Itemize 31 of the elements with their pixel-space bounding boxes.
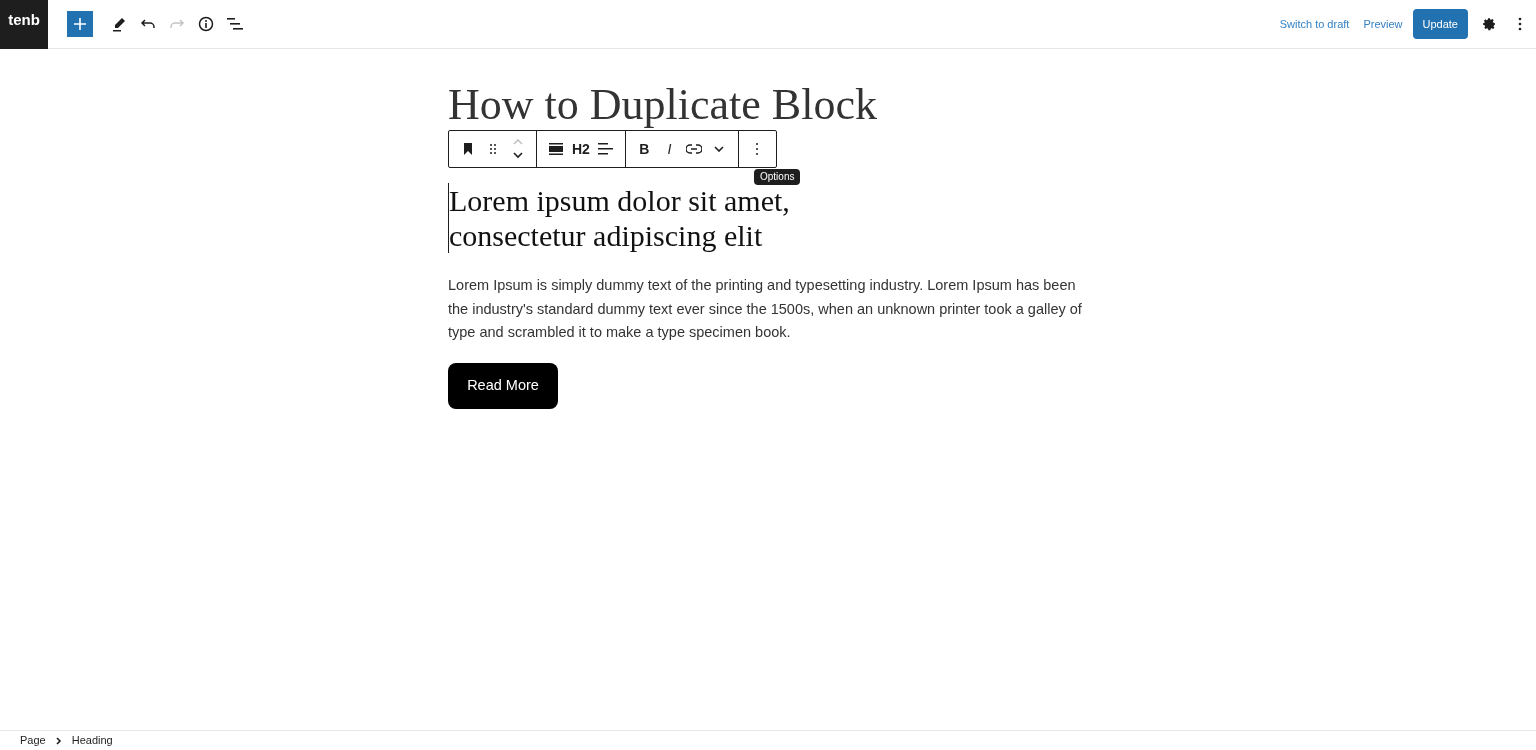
chevron-right-icon xyxy=(55,736,62,745)
drag-handle-icon[interactable] xyxy=(488,143,497,155)
update-button[interactable]: Update xyxy=(1412,9,1468,39)
move-up-down-icon[interactable] xyxy=(511,138,524,160)
switch-to-draft-link[interactable]: Switch to draft xyxy=(1273,15,1356,33)
heading-block[interactable]: Lorem ipsum dolor sit amet, consectetur adipiscing elit xyxy=(448,183,818,253)
chevron-down-icon[interactable] xyxy=(714,146,725,152)
options-tooltip: Options xyxy=(754,169,801,185)
plus-icon xyxy=(74,18,86,30)
site-logo[interactable]: tenb xyxy=(0,0,48,49)
format-button[interactable]: B xyxy=(637,138,652,160)
bookmark-icon[interactable] xyxy=(462,143,473,155)
breadcrumb-link[interactable]: Page xyxy=(20,732,46,749)
link-icon[interactable] xyxy=(686,144,703,154)
list-view-icon[interactable] xyxy=(225,17,244,31)
align-left-icon[interactable] xyxy=(598,142,615,156)
read-more-button[interactable]: Read More xyxy=(448,362,558,409)
settings-icon[interactable] xyxy=(1482,17,1496,31)
paragraph-block[interactable]: Lorem Ipsum is simply dummy text of the printing and typesetting industry. Lorem Ipsum has been the industry's standard dummy text ever since the 1500s, when an unknown printer took a galley of type and scrambled it to make a type specimen book. xyxy=(448,274,1088,345)
options-icon[interactable] xyxy=(755,142,760,156)
logo-text: tenb xyxy=(8,9,40,30)
align-full-width-icon[interactable] xyxy=(548,142,563,156)
info-icon[interactable] xyxy=(197,16,214,32)
breadcrumb-link[interactable]: Heading xyxy=(71,732,113,749)
add-block-button[interactable] xyxy=(67,11,93,37)
italic-button[interactable]: I xyxy=(664,138,675,160)
more-options-icon[interactable] xyxy=(1518,17,1522,31)
format-button[interactable]: H2 xyxy=(570,138,592,160)
pen-icon[interactable] xyxy=(110,16,127,32)
preview-link[interactable]: Preview xyxy=(1355,15,1411,33)
post-title[interactable]: How to Duplicate Block xyxy=(448,81,1088,129)
